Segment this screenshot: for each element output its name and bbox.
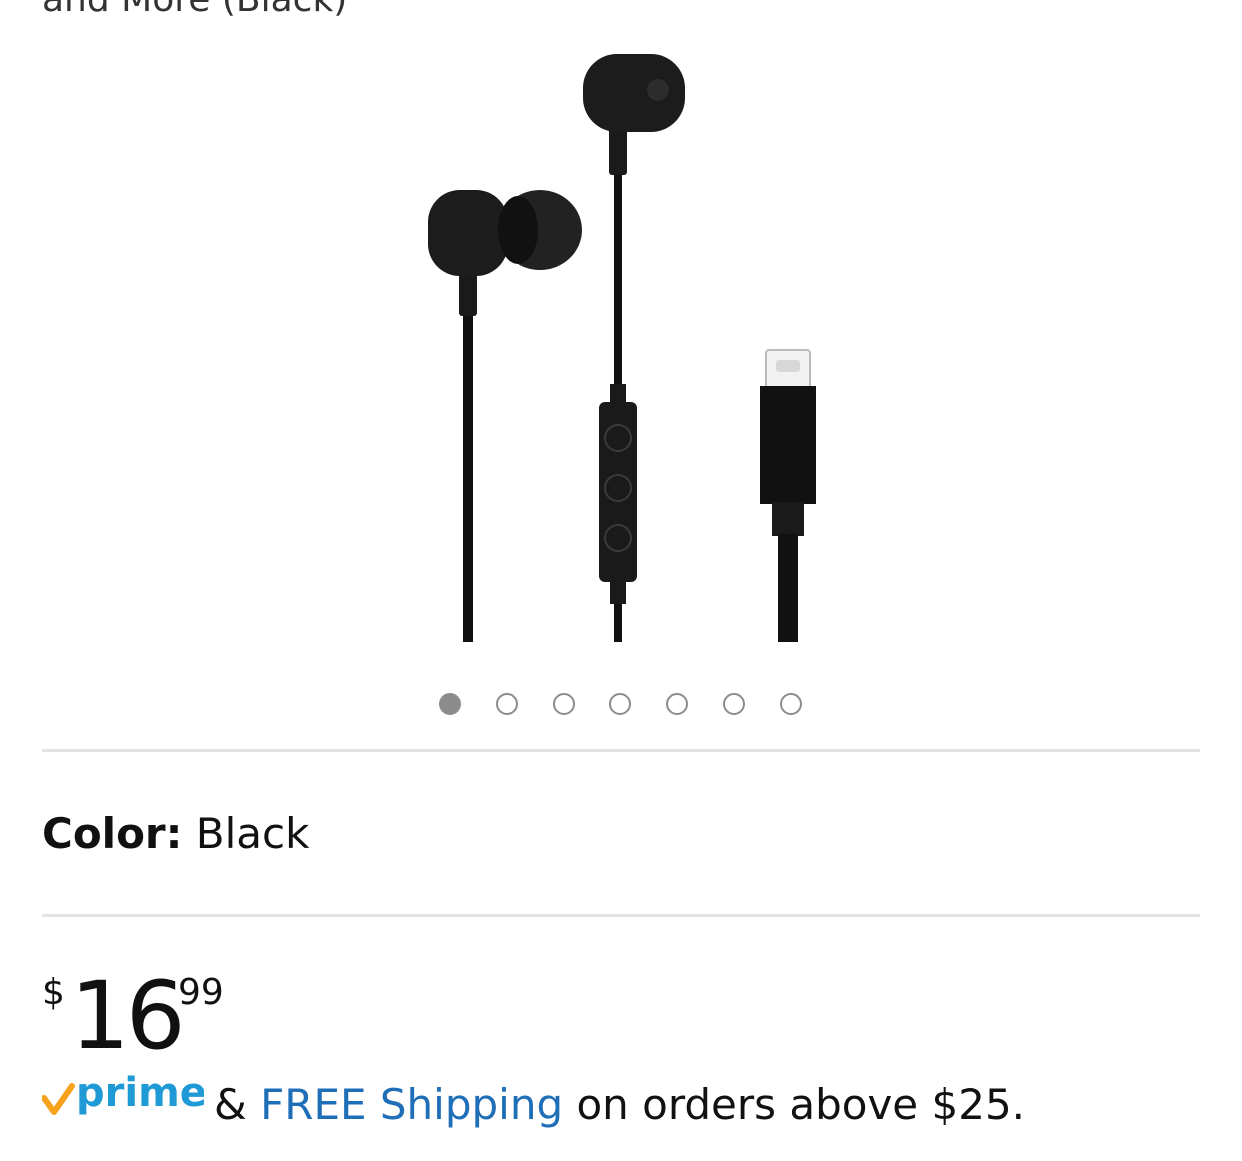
color-label: Color: xyxy=(42,809,183,858)
carousel-dot-4[interactable] xyxy=(609,693,631,715)
shipping-condition: on orders above $25. xyxy=(576,1080,1026,1129)
carousel-dot-2[interactable] xyxy=(496,693,518,715)
carousel-dot-5[interactable] xyxy=(666,693,688,715)
price-whole: 16 xyxy=(70,962,186,1071)
product-image[interactable] xyxy=(400,40,840,642)
product-title: and More (Black) xyxy=(42,0,347,22)
free-shipping-link[interactable]: FREE Shipping xyxy=(260,1080,563,1129)
ampersand: & xyxy=(214,1080,247,1129)
price-fraction: 99 xyxy=(178,972,224,1013)
color-selector[interactable]: Color: Black xyxy=(42,806,309,862)
image-carousel-indicators xyxy=(0,693,1242,721)
divider xyxy=(42,914,1200,917)
carousel-dot-7[interactable] xyxy=(780,693,802,715)
price-currency-symbol: $ xyxy=(42,972,65,1013)
prime-logo-text: prime xyxy=(76,1072,204,1116)
divider xyxy=(42,749,1200,752)
carousel-dot-1[interactable] xyxy=(439,693,461,715)
carousel-dot-6[interactable] xyxy=(723,693,745,715)
prime-logo-icon: prime xyxy=(42,1072,204,1116)
color-value: Black xyxy=(195,809,310,858)
carousel-dot-3[interactable] xyxy=(553,693,575,715)
